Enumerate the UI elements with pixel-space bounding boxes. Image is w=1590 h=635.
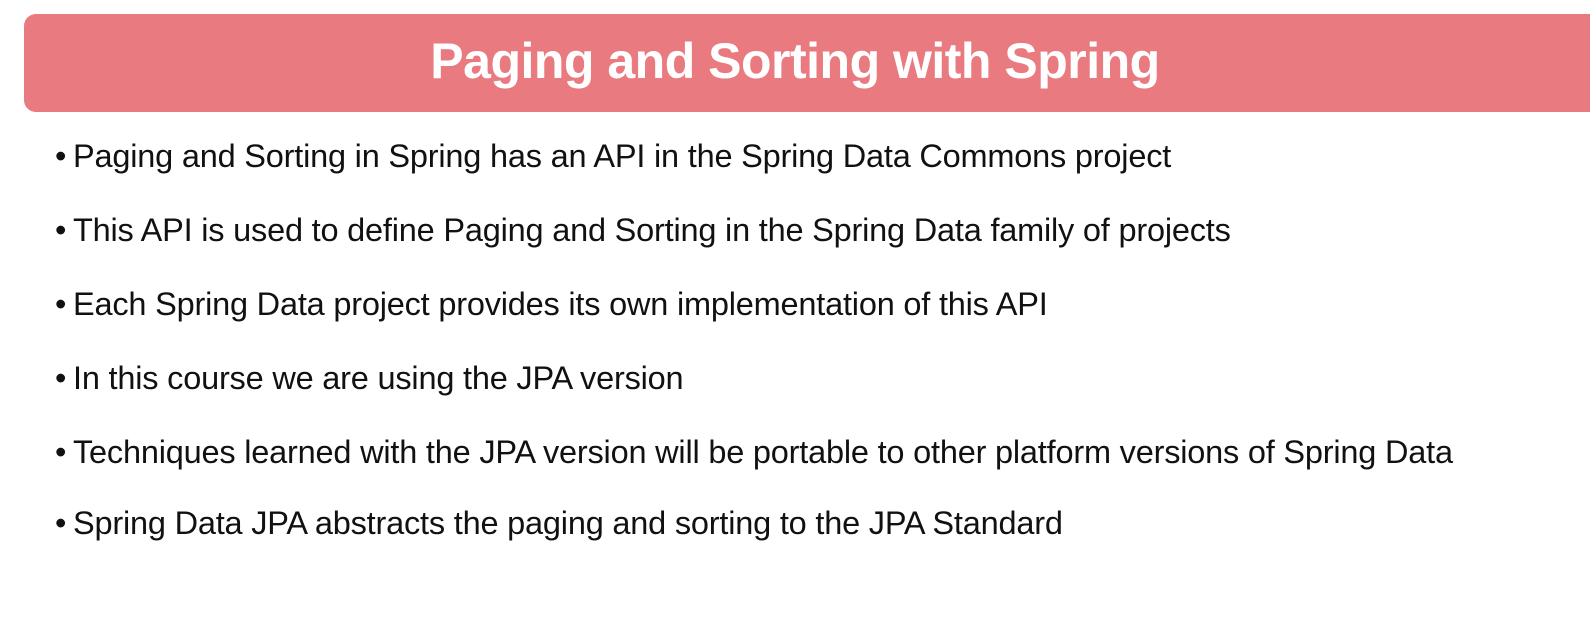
bullet-text: This API is used to define Paging and So… (73, 212, 1231, 248)
bullet-item: • This API is used to define Paging and … (50, 206, 1570, 254)
bullet-item: • Paging and Sorting in Spring has an AP… (50, 132, 1570, 180)
bullet-item: • Each Spring Data project provides its … (50, 280, 1570, 328)
bullet-item: • Spring Data JPA abstracts the paging a… (50, 499, 1570, 547)
bullet-text: Spring Data JPA abstracts the paging and… (73, 505, 1063, 541)
bullet-icon: • (55, 286, 67, 322)
bullet-icon: • (55, 212, 67, 248)
bullet-icon: • (55, 434, 67, 470)
bullet-text: Techniques learned with the JPA version … (73, 434, 1453, 470)
bullet-icon: • (55, 360, 67, 396)
bullet-icon: • (55, 505, 67, 541)
slide: Paging and Sorting with Spring • Paging … (0, 0, 1590, 635)
bullet-text: Each Spring Data project provides its ow… (73, 286, 1048, 322)
slide-title: Paging and Sorting with Spring (430, 33, 1160, 89)
bullet-list: • Paging and Sorting in Spring has an AP… (50, 132, 1570, 573)
bullet-text: Paging and Sorting in Spring has an API … (73, 138, 1172, 174)
bullet-item: • Techniques learned with the JPA versio… (50, 419, 1570, 485)
bullet-icon: • (55, 138, 67, 174)
bullet-item: • In this course we are using the JPA ve… (50, 354, 1570, 402)
bullet-text: In this course we are using the JPA vers… (73, 360, 684, 396)
